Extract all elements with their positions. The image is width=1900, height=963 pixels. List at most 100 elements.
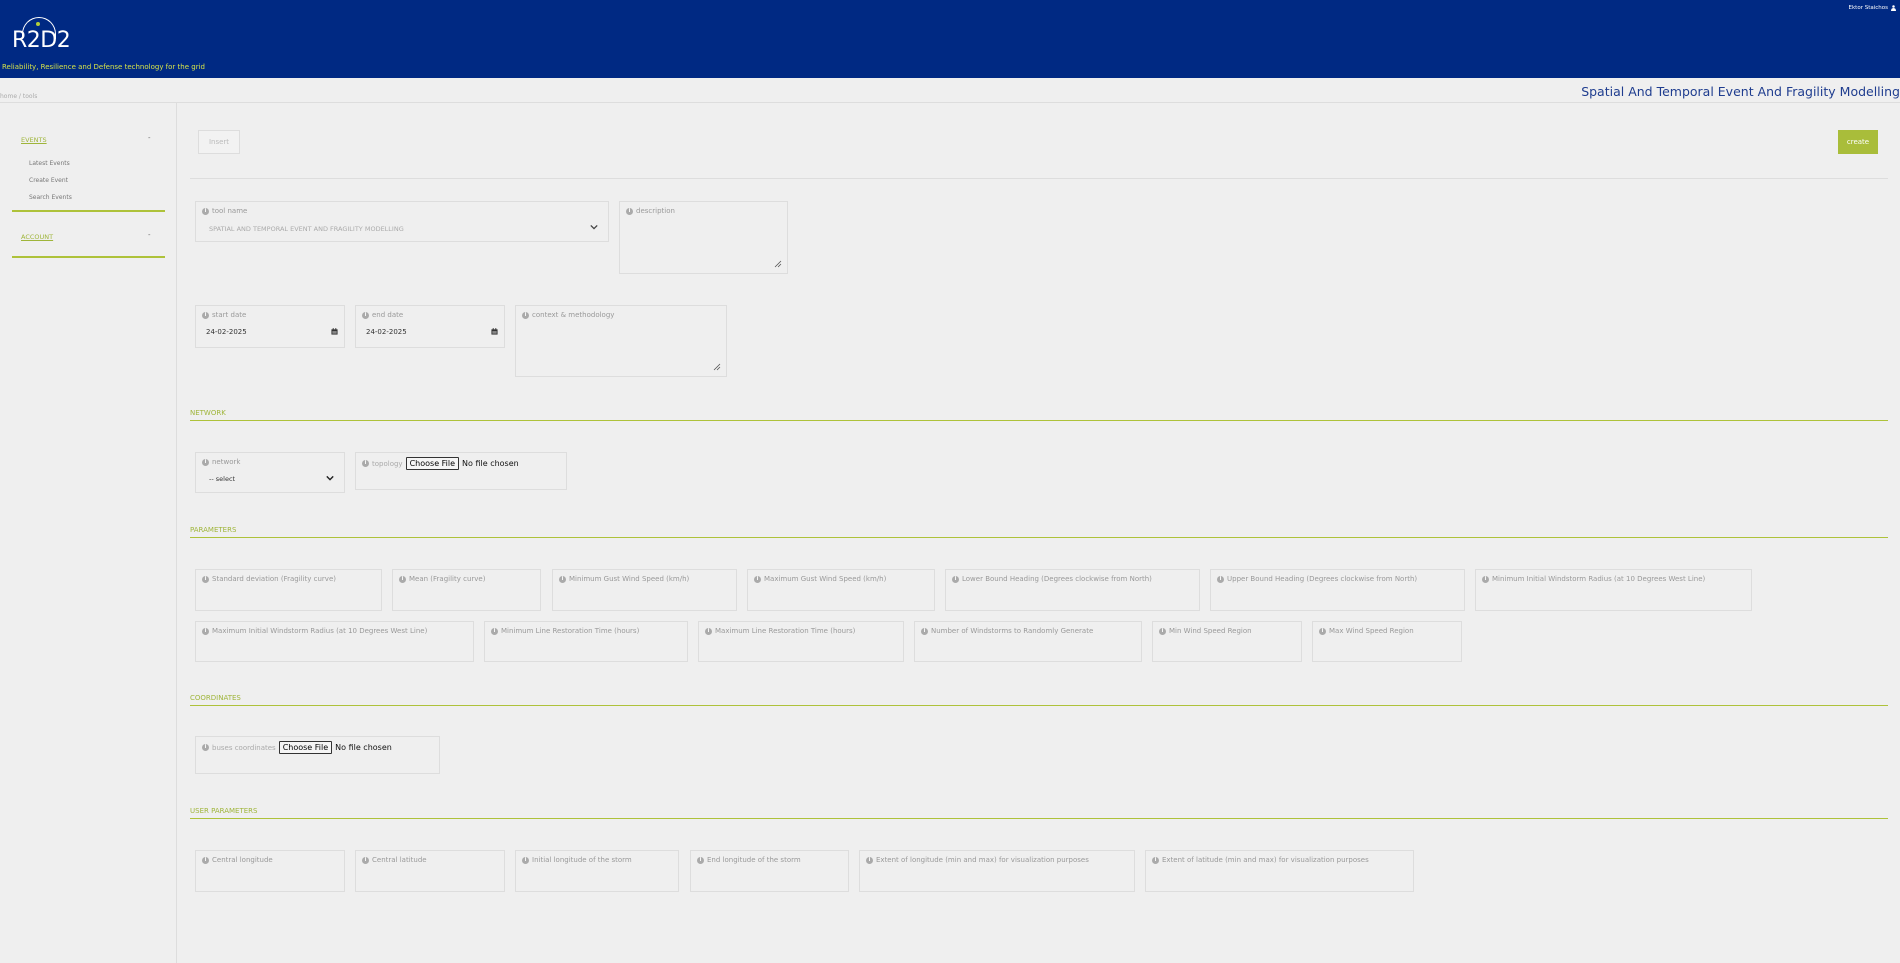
chevron-down-icon [326, 475, 334, 481]
account-collapse-toggle[interactable]: - [148, 231, 166, 239]
start-date-value: 24-02-2025 [206, 328, 247, 336]
info-icon: i [202, 744, 209, 751]
section-divider [190, 705, 1888, 706]
sidebar-item-latest-events[interactable]: Latest Events [29, 160, 70, 167]
r2d2-logo[interactable]: R2D2 [12, 14, 72, 54]
end-date-value: 24-02-2025 [366, 328, 407, 336]
info-icon: i [559, 575, 566, 583]
user-parameters-section-title: USER PARAMETERS [190, 807, 258, 815]
param-label: Maximum Line Restoration Time (hours) [715, 627, 856, 635]
param-max-radius-input[interactable]: i Maximum Initial Windstorm Radius (at 10… [195, 621, 474, 662]
breadcrumb[interactable]: home / tools [0, 93, 37, 100]
info-icon: i [399, 575, 406, 583]
info-icon: i [626, 207, 633, 215]
calendar-icon[interactable] [331, 328, 338, 335]
param-label: Lower Bound Heading (Degrees clockwise f… [962, 575, 1152, 583]
info-icon: i [1152, 856, 1159, 864]
param-num-windstorms-input[interactable]: i Number of Windstorms to Randomly Genera… [914, 621, 1142, 662]
user-param-label: Central latitude [372, 856, 427, 864]
info-icon: i [1319, 627, 1326, 635]
param-label: Upper Bound Heading (Degrees clockwise f… [1227, 575, 1418, 583]
info-icon: i [866, 856, 873, 864]
sidebar-item-create-event[interactable]: Create Event [29, 177, 68, 184]
tool-name-value: SPATIAL AND TEMPORAL EVENT AND FRAGILITY… [209, 225, 404, 233]
logo-text: R2D2 [12, 28, 71, 53]
network-section-title: NETWORK [190, 409, 226, 417]
param-max-wind-region-input[interactable]: i Max Wind Speed Region [1312, 621, 1462, 662]
param-mean-input[interactable]: i Mean (Fragility curve) [392, 569, 541, 611]
sidebar-section-account[interactable]: ACCOUNT [21, 233, 53, 241]
tool-name-label: tool name [212, 207, 248, 215]
resize-handle-icon[interactable] [774, 260, 782, 268]
file-status: No file chosen [462, 459, 519, 468]
user-param-label: Initial longitude of the storm [532, 856, 632, 864]
info-icon: i [362, 460, 369, 467]
param-min-radius-input[interactable]: i Minimum Initial Windstorm Radius (at 10… [1475, 569, 1752, 611]
user-menu[interactable]: Ektor Staichos [1849, 5, 1896, 11]
network-select[interactable]: i network -- select [195, 452, 345, 493]
central-latitude-input[interactable]: i Central latitude [355, 850, 505, 892]
param-min-restoration-input[interactable]: i Minimum Line Restoration Time (hours) [484, 621, 688, 662]
param-std-deviation-input[interactable]: i Standard deviation (Fragility curve) [195, 569, 382, 611]
info-icon: i [202, 458, 209, 466]
param-min-wind-region-input[interactable]: i Min Wind Speed Region [1152, 621, 1302, 662]
context-methodology-textarea[interactable]: i context & methodology [515, 305, 727, 377]
tool-name-select[interactable]: i tool name SPATIAL AND TEMPORAL EVENT AN… [195, 201, 609, 242]
resize-handle-icon[interactable] [713, 363, 721, 371]
sidebar: EVENTS - Latest Events Create Event Sear… [0, 103, 177, 963]
section-divider [190, 420, 1888, 421]
buses-coordinates-file-input[interactable]: i buses coordinates Choose File No file … [195, 736, 440, 774]
extent-longitude-input[interactable]: i Extent of longitude (min and max) for v… [859, 850, 1135, 892]
info-icon: i [522, 311, 529, 319]
info-icon: i [921, 627, 928, 635]
choose-file-button[interactable]: Choose File [405, 457, 460, 470]
calendar-icon[interactable] [491, 328, 498, 335]
insert-button[interactable]: Insert [198, 130, 240, 154]
user-param-label: Central longitude [212, 856, 273, 864]
info-icon: i [705, 627, 712, 635]
logo-dot [36, 22, 40, 26]
param-min-gust-input[interactable]: i Minimum Gust Wind Speed (km/h) [552, 569, 737, 611]
create-button[interactable]: create [1838, 130, 1878, 154]
end-date-field[interactable]: i end date 24-02-2025 [355, 305, 505, 348]
info-icon: i [202, 627, 209, 635]
param-lower-heading-input[interactable]: i Lower Bound Heading (Degrees clockwise … [945, 569, 1200, 611]
events-collapse-toggle[interactable]: - [148, 134, 166, 142]
info-icon: i [697, 856, 704, 864]
info-icon: i [952, 575, 959, 583]
central-longitude-input[interactable]: i Central longitude [195, 850, 345, 892]
section-divider [190, 818, 1888, 819]
section-divider [190, 537, 1888, 538]
choose-file-button[interactable]: Choose File [278, 741, 333, 754]
file-status: No file chosen [335, 743, 392, 752]
info-icon: i [362, 856, 369, 864]
chevron-down-icon [590, 224, 598, 230]
initial-longitude-input[interactable]: i Initial longitude of the storm [515, 850, 679, 892]
param-max-restoration-input[interactable]: i Maximum Line Restoration Time (hours) [698, 621, 904, 662]
param-label: Minimum Gust Wind Speed (km/h) [569, 575, 690, 583]
param-label: Minimum Line Restoration Time (hours) [501, 627, 640, 635]
param-upper-heading-input[interactable]: i Upper Bound Heading (Degrees clockwise … [1210, 569, 1465, 611]
page-title: Spatial And Temporal Event And Fragility… [1581, 84, 1900, 99]
sidebar-divider [12, 256, 165, 258]
context-label: context & methodology [532, 311, 615, 319]
start-date-field[interactable]: i start date 24-02-2025 [195, 305, 345, 348]
sidebar-item-search-events[interactable]: Search Events [29, 194, 72, 201]
end-longitude-input[interactable]: i End longitude of the storm [690, 850, 849, 892]
param-label: Minimum Initial Windstorm Radius (at 10 … [1492, 575, 1706, 583]
description-textarea[interactable]: i description [619, 201, 788, 274]
info-icon: i [1482, 575, 1489, 583]
topology-file-input[interactable]: i topology Choose File No file chosen [355, 452, 567, 490]
info-icon: i [202, 207, 209, 215]
divider [0, 102, 1900, 103]
tagline: Reliability, Resilience and Defense tech… [2, 63, 205, 71]
extent-latitude-input[interactable]: i Extent of latitude (min and max) for vi… [1145, 850, 1414, 892]
param-max-gust-input[interactable]: i Maximum Gust Wind Speed (km/h) [747, 569, 935, 611]
divider [190, 178, 1888, 179]
sidebar-section-events[interactable]: EVENTS [21, 136, 47, 144]
param-label: Maximum Gust Wind Speed (km/h) [764, 575, 887, 583]
info-icon: i [202, 575, 209, 583]
topology-label: topology [372, 459, 403, 468]
param-label: Max Wind Speed Region [1329, 627, 1414, 635]
param-label: Min Wind Speed Region [1169, 627, 1252, 635]
